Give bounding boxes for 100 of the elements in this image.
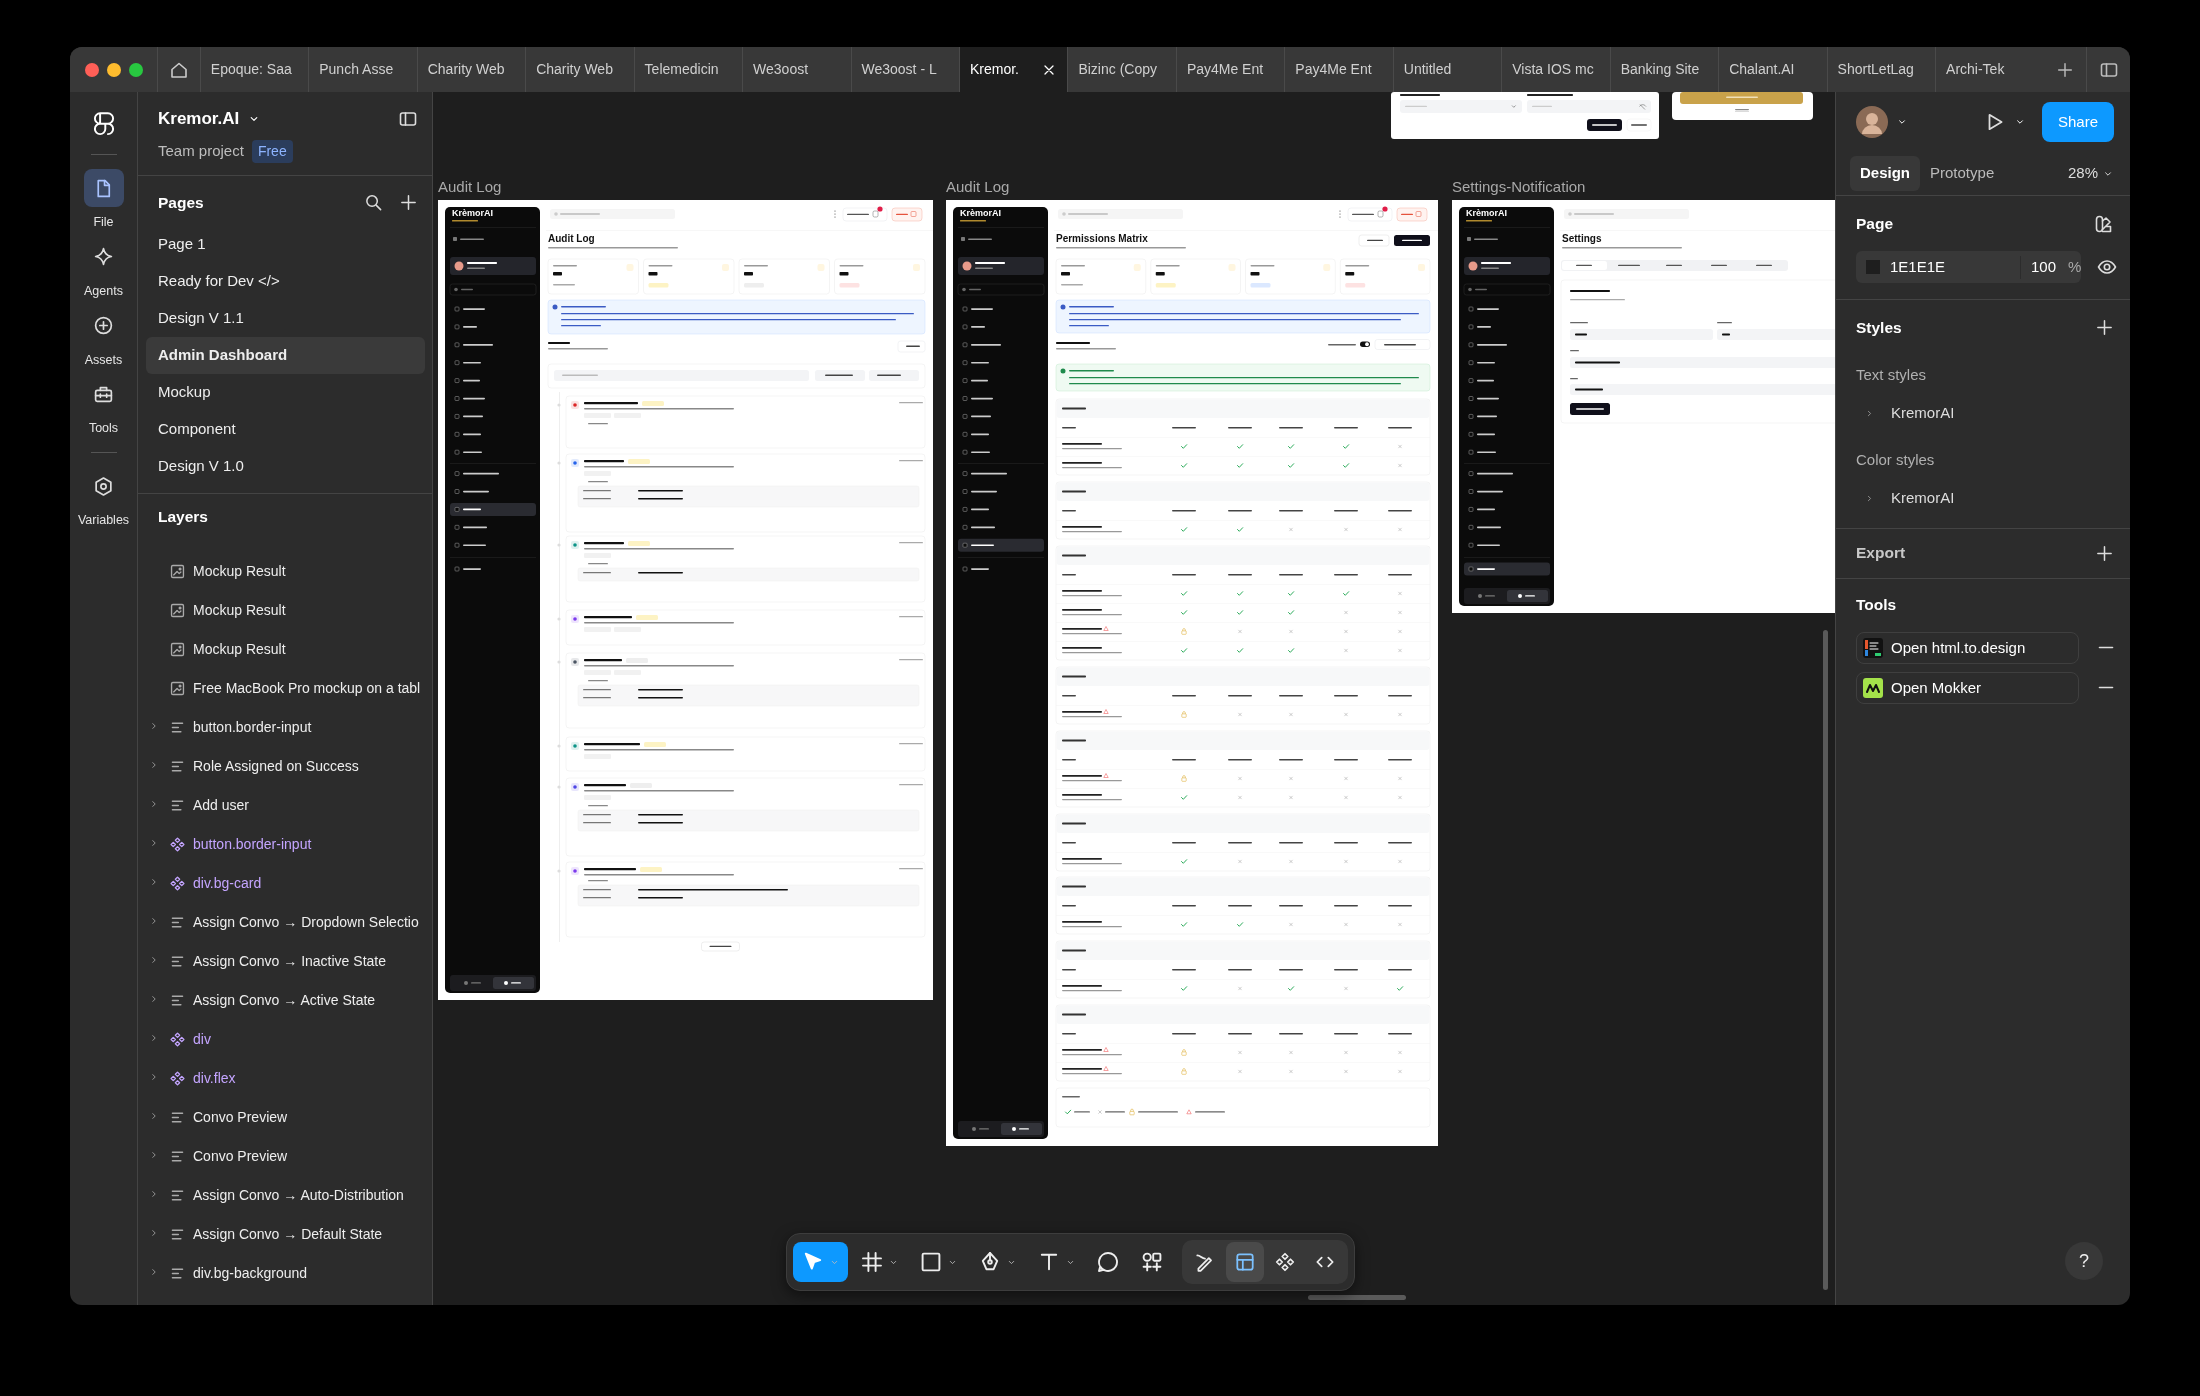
file-tab[interactable]: Epoque: Saa	[199, 47, 309, 92]
page-title: Audit Log	[548, 234, 595, 244]
frame-label: Audit Log	[946, 177, 1010, 197]
speech-bubble-icon	[1096, 1250, 1120, 1274]
group-title: Text styles	[1856, 364, 1928, 385]
panel-tab[interactable]: Design	[1850, 156, 1920, 191]
remove-button[interactable]	[2098, 686, 2114, 690]
tool-button[interactable]	[793, 1242, 848, 1282]
layer-item[interactable]: div.bg-card	[138, 863, 432, 903]
plus-icon	[2055, 60, 2074, 79]
file-menu-button[interactable]: Kremor.AI	[158, 106, 262, 132]
remove-button[interactable]	[2098, 646, 2114, 650]
page-title: Permissions Matrix	[1056, 234, 1148, 244]
minus-icon	[2098, 686, 2114, 690]
page-item[interactable]: Component	[146, 410, 425, 448]
section-title: Pages	[158, 192, 204, 213]
page-item[interactable]: Page 1	[146, 225, 425, 263]
section-title: Tools	[1856, 594, 1898, 615]
layer-item[interactable]: Assign Convo → Dropdown Selectio	[138, 902, 432, 942]
fill-field[interactable]: 1E1E1E 100 %	[1856, 251, 2082, 284]
rail-item[interactable]: Assets	[70, 306, 137, 370]
add-style-button[interactable]	[2095, 318, 2114, 338]
layer-item[interactable]: Assign Convo → Default State	[138, 1214, 432, 1254]
plan-badge: Free	[251, 139, 293, 163]
style-item[interactable]: KremorAI	[1856, 402, 1955, 425]
plus-icon	[2095, 318, 2114, 338]
page-item[interactable]: Ready for Dev </>	[146, 262, 425, 300]
zoom-window-button[interactable]	[129, 62, 143, 77]
scrollbar[interactable]	[1308, 1295, 1406, 1300]
minus-icon	[2098, 646, 2114, 650]
page-item[interactable]: Mockup	[146, 373, 425, 411]
page-item[interactable]: Design V 1.0	[146, 447, 425, 485]
style-item[interactable]: KremorAI	[1856, 487, 1955, 510]
image-icon	[169, 601, 186, 619]
layer-item[interactable]: Assign Convo → Active State	[138, 980, 432, 1020]
section-title: Layers	[158, 506, 208, 527]
close-window-button[interactable]	[85, 62, 99, 77]
swatch-icon	[2094, 213, 2114, 234]
layer-item[interactable]: Free MacBook Pro mockup on a tabl	[138, 668, 432, 708]
panel-tab[interactable]: Prototype	[1920, 156, 2005, 191]
search-icon	[364, 193, 383, 212]
add-export-button[interactable]	[2095, 543, 2114, 563]
section-title: Page	[1856, 214, 1894, 234]
section-title: Styles	[1856, 318, 1902, 339]
plugin-button[interactable]: Open html.to.design	[1856, 631, 2079, 664]
layer-item[interactable]: Role Assigned on Success	[138, 746, 432, 786]
layer-item[interactable]: Assign Convo → Inactive State	[138, 941, 432, 981]
plugin-button[interactable]: Open Mokker	[1856, 671, 2079, 704]
diamond-icon	[169, 1030, 186, 1048]
layer-item[interactable]: Add user	[138, 785, 432, 825]
layer-item[interactable]: Convo Preview	[138, 1097, 432, 1137]
app-icon	[1863, 677, 1883, 698]
group-title: Color styles	[1856, 449, 1936, 470]
rail-item[interactable]: Tools	[70, 375, 137, 438]
project-label: Team project	[158, 140, 244, 161]
layer-item[interactable]: Mockup Result	[138, 629, 432, 669]
sparkle-icon	[93, 246, 114, 268]
layer-item[interactable]: div.flex	[138, 1058, 432, 1098]
page-title: Settings	[1562, 234, 1602, 244]
file-tab[interactable]: Punch Asse	[308, 47, 417, 92]
mode-button[interactable]	[1226, 1242, 1264, 1282]
help-button[interactable]: ?	[2065, 1242, 2103, 1280]
layer-item[interactable]: Assign Convo → Auto-Distribution	[138, 1175, 432, 1215]
rail-item[interactable]: Variables	[70, 467, 137, 530]
rail-item[interactable]: File	[70, 169, 137, 232]
zoom-menu[interactable]: 28%	[2067, 162, 2114, 185]
logo: KrèmorAI	[1466, 209, 1507, 218]
add-page-button[interactable]	[399, 193, 418, 212]
layer-item[interactable]: Mockup Result	[138, 551, 432, 591]
plus-icon	[399, 193, 418, 212]
minimize-window-button[interactable]	[107, 62, 121, 77]
layer-item[interactable]: Convo Preview	[138, 1136, 432, 1176]
logo: KrèmorAI	[452, 209, 493, 218]
logo: KrèmorAI	[960, 209, 1001, 218]
frame-label: Settings-Notification	[1452, 177, 1586, 197]
page-item[interactable]: Admin Dashboard	[146, 336, 425, 374]
file-tab[interactable]: Kremor.	[958, 47, 1068, 92]
diamond-icon	[169, 835, 186, 853]
layer-item[interactable]: div.bg-background	[138, 1253, 432, 1293]
search-button[interactable]	[364, 193, 383, 212]
hash-icon	[860, 1250, 884, 1274]
avatar	[1856, 106, 1888, 138]
diamond-icon	[1274, 1251, 1296, 1273]
diamond-icon	[169, 1069, 186, 1087]
image-icon	[169, 562, 186, 580]
file-tab[interactable]: Archi-Tek	[1935, 47, 2044, 92]
layer-item[interactable]: div	[138, 1019, 432, 1059]
rail-item[interactable]: Agents	[70, 237, 137, 301]
plus-icon	[2095, 543, 2114, 563]
layout-icon	[1234, 1251, 1256, 1273]
styles-button[interactable]	[2094, 213, 2114, 234]
frame-label: Audit Log	[438, 177, 502, 197]
layer-item[interactable]: Mockup Result	[138, 590, 432, 630]
section-title: Export	[1856, 543, 1906, 564]
diamond-icon	[169, 874, 186, 892]
layer-item[interactable]: button.border-input	[138, 824, 432, 864]
image-icon	[169, 679, 186, 697]
scrollbar[interactable]	[1823, 630, 1828, 1290]
layer-item[interactable]: button.border-input	[138, 707, 432, 747]
page-item[interactable]: Design V 1.1	[146, 299, 425, 337]
